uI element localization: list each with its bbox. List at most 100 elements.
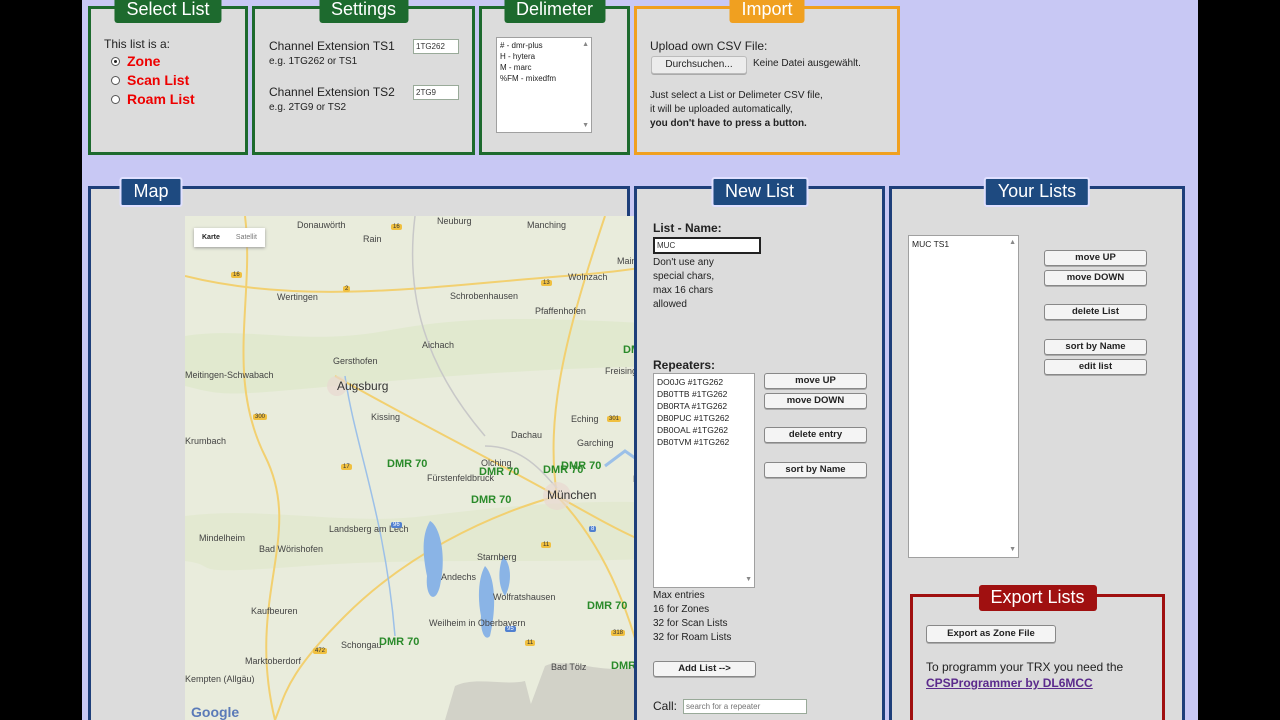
scroll-down-icon[interactable]: ▼ <box>582 120 589 131</box>
info-line: 32 for Roam Lists <box>653 632 732 643</box>
repeater-item[interactable]: DB0PUC #1TG262 <box>657 412 751 424</box>
map-place-label: Schrobenhausen <box>450 291 519 301</box>
dmr-repeater-marker[interactable]: DMR 70 <box>561 460 601 472</box>
map-place-label: Wolnzach <box>568 272 608 282</box>
ts1-label: Channel Extension TS1 <box>269 39 395 53</box>
map-place-label: Freising <box>605 366 638 376</box>
map-place-label: Rain <box>363 234 382 244</box>
map-place-label: Dachau <box>511 430 543 440</box>
map-place-label: Donauwörth <box>297 220 346 230</box>
map-place-label: Bad Wörishofen <box>259 544 324 554</box>
road-shield: 16 <box>391 224 402 230</box>
map-type-control[interactable]: Karte Satellit <box>194 228 265 247</box>
select-list-prompt: This list is a: <box>104 37 171 51</box>
dmr-repeater-marker[interactable]: DMR 70 <box>587 600 627 612</box>
map-city-label: Augsburg <box>337 379 389 393</box>
info-line: 16 for Zones <box>653 604 710 615</box>
radio-scan-list[interactable] <box>111 76 120 85</box>
delete-entry-button[interactable]: delete entry <box>764 427 867 443</box>
map-place-label: Neuburg <box>437 216 472 226</box>
map-place-label: Meitingen-Schwabach <box>185 370 274 380</box>
move-up-button[interactable]: move UP <box>764 373 867 389</box>
map-canvas[interactable]: DonauwörthRainNeuburgManchingMainburgWol… <box>185 216 697 720</box>
radio-zone[interactable] <box>111 57 120 66</box>
map-title: Map <box>119 177 183 207</box>
map-place-label: Eching <box>571 414 599 424</box>
lists-move-down-button[interactable]: move DOWN <box>1044 270 1147 286</box>
export-note: To programm your TRX you need the <box>926 660 1124 674</box>
your-lists-listbox[interactable]: MUC TS1 ▲ ▼ <box>908 235 1019 558</box>
scroll-up-icon[interactable]: ▲ <box>582 39 589 50</box>
lists-sort-by-name-button[interactable]: sort by Name <box>1044 339 1147 355</box>
map-place-label: Kissing <box>371 412 401 422</box>
radio-roam-list-label[interactable]: Roam List <box>127 91 195 107</box>
no-file-text: Keine Datei ausgewählt. <box>753 58 861 69</box>
browse-button[interactable]: Durchsuchen... <box>651 56 747 74</box>
settings-panel: Settings Channel Extension TS1 1TG262 e.… <box>252 0 475 155</box>
map-type-satellite[interactable]: Satellit <box>228 228 265 247</box>
dmr-repeater-marker[interactable]: DMR 70 <box>471 494 511 506</box>
delimiter-panel: Delimeter # - dmr-plus H - hytera M - ma… <box>479 0 630 155</box>
list-name-label: List - Name: <box>653 221 722 235</box>
map-city-label: München <box>547 488 597 502</box>
map-place-label: Gersthofen <box>333 356 378 366</box>
road-shield: 472 <box>313 648 328 654</box>
help-line: Don't use any <box>653 257 714 268</box>
map-background <box>185 216 697 720</box>
road-shield: 11 <box>541 542 552 548</box>
saved-list-item[interactable]: MUC TS1 <box>912 238 1015 250</box>
export-zone-button[interactable]: Export as Zone File <box>926 625 1056 643</box>
help-line: allowed <box>653 299 687 310</box>
info-line: 32 for Scan Lists <box>653 618 728 629</box>
max-entries-info: Max entries 16 for Zones 32 for Scan Lis… <box>653 589 731 645</box>
scroll-down-icon[interactable]: ▼ <box>1009 544 1016 556</box>
edit-list-button[interactable]: edit list <box>1044 359 1147 375</box>
ts2-label: Channel Extension TS2 <box>269 85 395 99</box>
cps-programmer-link[interactable]: CPSProgrammer by DL6MCC <box>926 676 1093 690</box>
repeater-item[interactable]: DB0OAL #1TG262 <box>657 424 751 436</box>
road-shield: 318 <box>611 630 626 636</box>
ts2-hint: e.g. 2TG9 or TS2 <box>269 102 347 113</box>
list-name-input[interactable]: MUC <box>653 237 761 254</box>
map-place-label: Andechs <box>441 572 477 582</box>
dmr-repeater-marker[interactable]: DMR 70 <box>479 466 519 478</box>
delimiter-option[interactable]: %FM - mixedfm <box>500 73 588 84</box>
repeater-item[interactable]: DB0RTA #1TG262 <box>657 400 751 412</box>
settings-title: Settings <box>318 0 409 23</box>
dmr-repeater-marker[interactable]: DMR 70 <box>387 458 427 470</box>
map-place-label: Bad Tölz <box>551 662 587 672</box>
delete-list-button[interactable]: delete List <box>1044 304 1147 320</box>
map-place-label: Wertingen <box>277 292 318 302</box>
scroll-up-icon[interactable]: ▲ <box>1009 237 1016 249</box>
call-search-input[interactable] <box>683 699 807 714</box>
delimiter-option[interactable]: H - hytera <box>500 51 588 62</box>
radio-roam-list[interactable] <box>111 95 120 104</box>
move-down-button[interactable]: move DOWN <box>764 393 867 409</box>
scroll-down-icon[interactable]: ▼ <box>745 574 752 586</box>
repeater-item[interactable]: DO0JG #1TG262 <box>657 376 751 388</box>
road-shield: 13 <box>541 280 552 286</box>
ts2-input[interactable]: 2TG9 <box>413 85 459 100</box>
road-shield: 96 <box>391 522 402 528</box>
ts1-input[interactable]: 1TG262 <box>413 39 459 54</box>
delimiter-option[interactable]: M - marc <box>500 62 588 73</box>
map-place-label: Starnberg <box>477 552 517 562</box>
repeaters-listbox[interactable]: DO0JG #1TG262 DB0TTB #1TG262 DB0RTA #1TG… <box>653 373 755 588</box>
add-list-button[interactable]: Add List --> <box>653 661 756 677</box>
your-lists-panel: Your Lists MUC TS1 ▲ ▼ move UP move DOWN… <box>889 177 1185 720</box>
new-list-panel: New List List - Name: MUC Don't use any … <box>634 177 885 720</box>
dmr-repeater-marker[interactable]: DMR 70 <box>379 636 419 648</box>
lists-move-up-button[interactable]: move UP <box>1044 250 1147 266</box>
map-type-map[interactable]: Karte <box>194 228 228 247</box>
repeater-item[interactable]: DB0TVM #1TG262 <box>657 436 751 448</box>
radio-zone-label[interactable]: Zone <box>127 53 160 69</box>
road-shield: 8 <box>589 526 597 532</box>
radio-scan-list-label[interactable]: Scan List <box>127 72 189 88</box>
road-shield: 95 <box>505 626 516 632</box>
repeater-item[interactable]: DB0TTB #1TG262 <box>657 388 751 400</box>
delimiter-option[interactable]: # - dmr-plus <box>500 40 588 51</box>
export-title: Export Lists <box>978 585 1097 611</box>
sort-by-name-button[interactable]: sort by Name <box>764 462 867 478</box>
map-place-label: Kempten (Allgäu) <box>185 674 255 684</box>
delimiter-listbox[interactable]: # - dmr-plus H - hytera M - marc %FM - m… <box>496 37 592 133</box>
